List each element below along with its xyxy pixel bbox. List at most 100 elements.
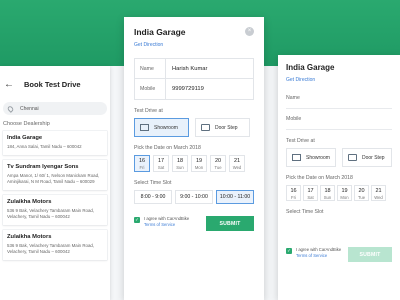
dealer-address: 536 9 Bak, Velachery Tambaram Main Road,… — [7, 207, 95, 220]
showroom-icon — [292, 154, 301, 161]
date-option[interactable]: 18 Sun — [320, 185, 335, 201]
agree-label: I agree with CarAndBike — [144, 216, 190, 221]
city-search-value: Chennai — [20, 105, 39, 112]
date-day: Sun — [323, 195, 332, 200]
doorstep-label: Door Step — [362, 154, 385, 161]
date-day: Wed — [374, 195, 383, 200]
dealer-card[interactable]: Zulaikha Motors 536 9 Bak, Velachery Tam… — [3, 229, 107, 260]
dealer-title: India Garage — [134, 27, 186, 37]
agree-checkbox[interactable]: ✓ — [134, 217, 140, 223]
date-day: Sat — [307, 195, 314, 200]
dealer-card[interactable]: Zulaikha Motors 536 9 Bak, Velachery Tam… — [3, 194, 107, 225]
date-option[interactable]: 16 Fri — [286, 185, 301, 201]
date-option[interactable]: 17 Sat — [153, 155, 169, 172]
dealer-name: India Garage — [7, 135, 43, 141]
mobile-field[interactable]: Mobile — [286, 109, 392, 130]
mobile-field[interactable]: Mobile 9999729119 — [135, 79, 253, 99]
agree-text: I agree with CarAndBike Terms of Service — [144, 216, 196, 228]
showroom-option[interactable]: Showroom — [286, 148, 336, 167]
mobile-value[interactable]: 9999729119 — [165, 79, 253, 99]
dealer-name: Zulaikha Motors — [7, 233, 52, 240]
date-picker: 16 Fri 17 Sat 18 Sun 19 Mon 20 Tue 21 We… — [286, 185, 392, 201]
test-drive-options: Showroom Door Step — [286, 148, 392, 167]
date-option[interactable]: 20 Tue — [354, 185, 369, 201]
showroom-icon — [140, 124, 149, 131]
booking-form-filled: India Garage Get Direction × Name Harish… — [124, 17, 264, 300]
date-number: 18 — [176, 158, 184, 164]
date-number: 19 — [195, 158, 203, 164]
date-option[interactable]: 17 Sat — [303, 185, 318, 201]
test-drive-label: Test Drive at — [134, 108, 163, 114]
name-label: Name — [140, 65, 154, 72]
back-arrow-icon[interactable]: ← — [4, 79, 18, 90]
date-number: 20 — [358, 188, 365, 194]
name-label: Name — [286, 95, 300, 101]
name-field[interactable]: Name — [286, 88, 392, 109]
mobile-label: Mobile — [286, 116, 302, 122]
agree-label: I agree with CarAndBike — [296, 247, 342, 252]
get-direction-link[interactable]: Get Direction — [134, 42, 254, 48]
date-day: Tue — [214, 165, 222, 170]
agree-text: I agree with CarAndBike Terms of Service — [296, 247, 348, 259]
booking-form-empty: India Garage Get Direction Name Mobile T… — [278, 55, 400, 300]
test-drive-options: Showroom Door Step — [134, 118, 254, 137]
get-direction-link[interactable]: Get Direction — [286, 77, 392, 83]
home-icon — [348, 154, 357, 161]
page-title: Book Test Drive — [24, 79, 81, 89]
date-option[interactable]: 18 Sun — [172, 155, 188, 172]
date-number: 17 — [307, 188, 314, 194]
dealer-title: India Garage — [286, 63, 335, 72]
date-number: 17 — [157, 158, 165, 164]
date-day: Sat — [157, 165, 165, 170]
date-label: Pick the Date on March 2018 — [286, 175, 353, 181]
doorstep-label: Door Step — [215, 124, 238, 131]
showroom-option[interactable]: Showroom — [134, 118, 189, 137]
book-test-drive-panel: ← Book Test Drive Chennai Choose Dealers… — [0, 66, 110, 300]
name-value[interactable]: Harish Kumar — [165, 59, 253, 78]
date-number: 16 — [138, 158, 146, 164]
time-slot-option[interactable]: 8:00 - 9:00 — [134, 190, 172, 204]
date-day: Wed — [232, 165, 242, 170]
submit-button[interactable]: SUBMIT — [206, 216, 254, 231]
date-label: Pick the Date on March 2018 — [134, 145, 201, 151]
date-day: Sun — [176, 165, 184, 170]
time-slot-option[interactable]: 10:00 - 11:00 — [216, 190, 254, 204]
agree-checkbox[interactable]: ✓ — [286, 248, 292, 254]
date-option[interactable]: 19 Mon — [337, 185, 352, 201]
submit-button[interactable]: SUBMIT — [348, 247, 392, 262]
date-option[interactable]: 16 Fri — [134, 155, 150, 172]
contact-fields: Name Mobile — [286, 88, 392, 130]
date-option[interactable]: 19 Mon — [191, 155, 207, 172]
panel-header: ← Book Test Drive — [0, 66, 110, 102]
dealer-name: Tv Sundram Iyengar Sons — [7, 163, 79, 170]
date-option[interactable]: 20 Tue — [210, 155, 226, 172]
name-field[interactable]: Name Harish Kumar — [135, 59, 253, 79]
showroom-label: Showroom — [154, 124, 178, 131]
dealer-name: Zulaikha Motors — [7, 198, 52, 205]
date-option[interactable]: 21 Wed — [371, 185, 386, 201]
contact-fields: Name Harish Kumar Mobile 9999729119 — [134, 58, 254, 100]
dealer-card[interactable]: India Garage 184, Anna Salai, Tamil Nadu… — [3, 131, 107, 155]
date-day: Mon — [340, 195, 349, 200]
date-number: 21 — [233, 158, 241, 164]
date-option[interactable]: 21 Wed — [229, 155, 245, 172]
dealer-card[interactable]: Tv Sundram Iyengar Sons Ampa Manor, 1/ 6… — [3, 159, 107, 190]
dealer-address: 184, Anna Salai, Tamil Nadu – 600042 — [7, 144, 82, 149]
close-icon[interactable]: × — [245, 27, 254, 36]
mobile-label: Mobile — [140, 86, 156, 92]
terms-link[interactable]: Terms of Service — [296, 253, 348, 259]
time-slot-picker: 8:00 - 9:00 9:00 - 10:00 10:00 - 11:00 — [134, 190, 254, 204]
date-number: 16 — [290, 188, 297, 194]
time-slot-option[interactable]: 9:00 - 10:00 — [175, 190, 213, 204]
section-label: Choose Dealership — [3, 121, 50, 127]
date-number: 19 — [341, 188, 348, 194]
doorstep-option[interactable]: Door Step — [195, 118, 250, 137]
city-search-input[interactable]: Chennai — [3, 102, 107, 115]
dealer-address: Ampa Manor, 1/ 60/ 1, Nelson Manickam Ro… — [7, 172, 100, 185]
doorstep-option[interactable]: Door Step — [342, 148, 392, 167]
date-number: 21 — [375, 188, 382, 194]
date-day: Fri — [291, 195, 296, 200]
terms-link[interactable]: Terms of Service — [144, 222, 196, 228]
location-pin-icon — [6, 104, 15, 113]
date-picker: 16 Fri 17 Sat 18 Sun 19 Mon 20 Tue 21 We… — [134, 155, 254, 172]
